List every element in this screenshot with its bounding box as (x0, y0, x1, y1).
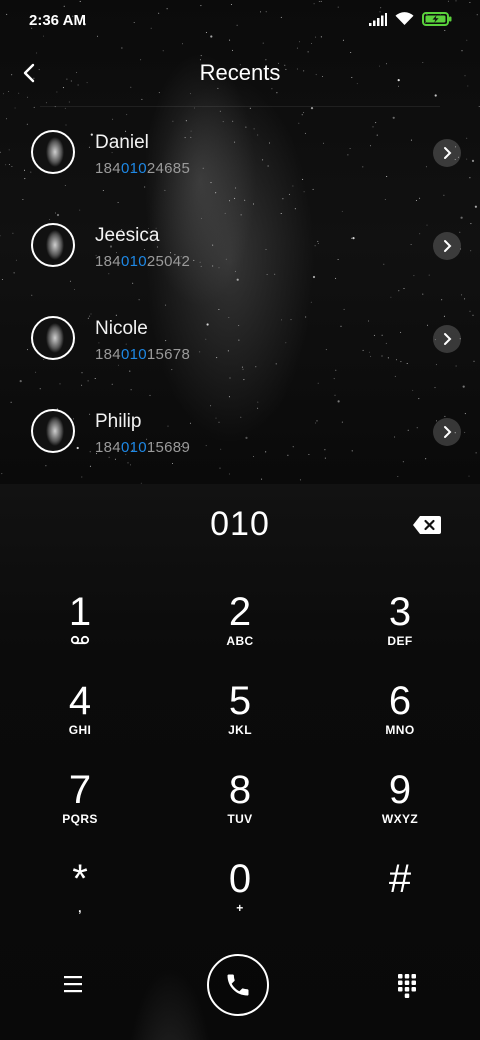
contact-name: Daniel (95, 132, 149, 153)
contact-row-philip[interactable]: Philip 18401015689 (0, 385, 480, 478)
backspace-button[interactable] (412, 515, 442, 537)
contact-name: Philip (95, 411, 142, 432)
keypad-icon (398, 974, 416, 998)
menu-icon (64, 976, 82, 993)
key-6[interactable]: 6 MNO (345, 679, 455, 759)
key-4[interactable]: 4 GHI (25, 679, 135, 759)
call-button[interactable] (207, 954, 269, 1016)
page-title: Recents (199, 60, 281, 85)
contact-name: Jeesica (95, 225, 160, 246)
contact-row-daniel[interactable]: Daniel 18401024685 (0, 106, 480, 199)
bottom-bar (0, 950, 480, 1020)
chevron-right-icon (444, 333, 452, 345)
avatar (31, 409, 75, 453)
contact-number: 18401025042 (95, 253, 191, 270)
recents-list: Daniel 18401024685 Jeesica 18401025042 N… (0, 106, 480, 478)
backspace-icon (413, 516, 441, 534)
key-hash[interactable]: # (345, 857, 455, 937)
header: Recents (0, 52, 480, 96)
status-bar: 2:36 AM (0, 0, 480, 44)
key-9[interactable]: 9 WXYZ (345, 768, 455, 848)
keypad-toggle-button[interactable] (394, 972, 420, 998)
contact-number: 18401015689 (95, 439, 191, 456)
key-1[interactable]: 1 (25, 590, 135, 670)
dial-display: 010 (0, 505, 480, 555)
voicemail-icon (25, 634, 135, 648)
contact-number: 18401024685 (95, 160, 191, 177)
avatar (31, 130, 75, 174)
chevron-right-icon (444, 240, 452, 252)
phone-icon (227, 974, 249, 996)
key-star[interactable]: * , (25, 857, 135, 937)
contact-details-button[interactable] (433, 418, 461, 446)
contact-details-button[interactable] (433, 139, 461, 167)
contact-number: 18401015678 (95, 346, 191, 363)
contact-details-button[interactable] (433, 232, 461, 260)
key-7[interactable]: 7 PQRS (25, 768, 135, 848)
menu-button[interactable] (58, 972, 88, 996)
avatar (31, 223, 75, 267)
signal-icon (369, 12, 387, 31)
chevron-right-icon (444, 426, 452, 438)
chevron-right-icon (444, 147, 452, 159)
contact-row-nicole[interactable]: Nicole 18401015678 (0, 292, 480, 385)
status-time: 2:36 AM (29, 12, 86, 29)
battery-charging-icon (422, 12, 452, 31)
key-2[interactable]: 2 ABC (185, 590, 295, 670)
dialed-number[interactable]: 010 (0, 505, 480, 544)
avatar (31, 316, 75, 360)
contact-name: Nicole (95, 318, 148, 339)
key-5[interactable]: 5 JKL (185, 679, 295, 759)
key-0[interactable]: 0 + (185, 857, 295, 937)
key-8[interactable]: 8 TUV (185, 768, 295, 848)
wifi-icon (395, 12, 414, 31)
contact-details-button[interactable] (433, 325, 461, 353)
contact-row-jeesica[interactable]: Jeesica 18401025042 (0, 199, 480, 292)
key-3[interactable]: 3 DEF (345, 590, 455, 670)
